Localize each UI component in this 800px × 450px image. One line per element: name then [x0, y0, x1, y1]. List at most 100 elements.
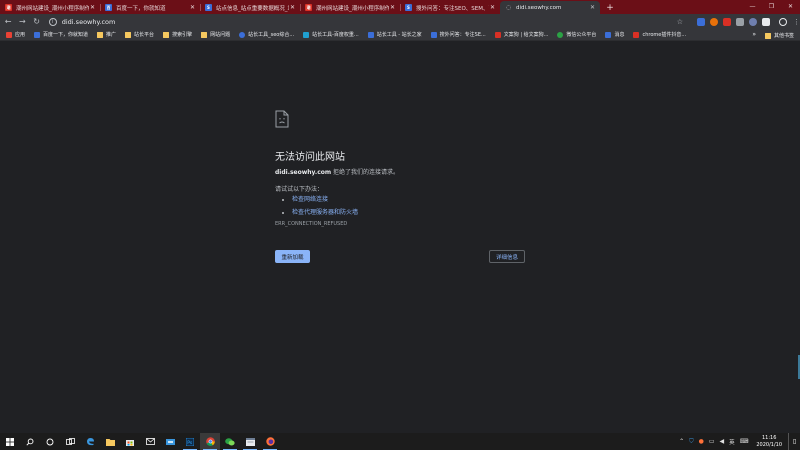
extension-icon[interactable] [696, 17, 705, 26]
bookmark-favicon-icon [239, 31, 246, 38]
file-explorer-icon[interactable] [100, 433, 120, 450]
bookmark-favicon-icon [34, 31, 41, 38]
chevron-up-icon[interactable]: ⌃ [679, 438, 684, 445]
tab-4[interactable]: 潮 潮州网站建设_潮州小程序制作_潮州网络公司 ✕ [300, 1, 400, 14]
shield-icon[interactable]: ⛉ [689, 438, 694, 446]
tab-title: didi.seowhy.com [516, 4, 562, 11]
address-bar[interactable]: i didi.seowhy.com ☆ [48, 16, 687, 28]
cortana-icon[interactable] [40, 433, 60, 450]
close-icon[interactable]: ✕ [189, 4, 196, 11]
profile-avatar-icon[interactable] [778, 17, 787, 26]
bookmark-favicon-icon [633, 31, 640, 38]
firefox-icon[interactable] [260, 433, 280, 450]
suggestion-link-proxy-firewall[interactable]: 检查代理服务器和防火墙 [292, 209, 358, 216]
close-icon[interactable]: ✕ [89, 4, 96, 11]
bookmark-label: 消息 [614, 32, 625, 38]
extension-icon[interactable] [761, 17, 770, 26]
close-icon[interactable]: ✕ [589, 4, 596, 11]
error-description: didi.seowhy.com 拒绝了我们的连接请求。 [275, 167, 399, 176]
bookmark-item[interactable]: 搜外问答：专注SE... [430, 31, 486, 38]
task-view-glyph-icon [65, 437, 75, 445]
browser-window: 潮 潮州网站建设_潮州小程序制作_潮州网络公司 ✕ 百 百度一下，你就知道 ✕ … [0, 0, 800, 450]
chrome-icon[interactable] [200, 433, 220, 450]
clock[interactable]: 11:16 2020/1/10 [756, 435, 782, 449]
wechat-icon[interactable] [220, 433, 240, 450]
extension-icon[interactable] [735, 17, 744, 26]
network-icon[interactable]: ▭ [709, 438, 715, 445]
bookmark-label: 搜索引擎 [172, 32, 193, 38]
error-code: ERR_CONNECTION_REFUSED [275, 221, 348, 227]
bookmark-folder[interactable]: 推广 [97, 31, 116, 38]
toolbar: ← → ↻ i didi.seowhy.com ☆ ⋮ [0, 14, 800, 29]
bookmarks-overflow-icon[interactable]: » [752, 31, 756, 38]
tab-favicon: 潮 [305, 4, 312, 11]
folder-icon [163, 31, 170, 38]
bookmark-label: 站长平台 [134, 32, 155, 38]
close-icon[interactable]: ✕ [389, 4, 396, 11]
bookmark-favicon-icon [494, 31, 501, 38]
notification-center-icon[interactable]: ▯ [788, 433, 800, 450]
other-bookmarks[interactable]: 其他书签 [764, 32, 794, 39]
info-icon[interactable]: i [48, 17, 57, 26]
store-icon[interactable] [120, 433, 140, 450]
tab-2[interactable]: 百 百度一下，你就知道 ✕ [100, 1, 200, 14]
cortana-circle-icon [46, 438, 54, 445]
bookmark-apps[interactable]: 应用 [6, 31, 25, 38]
app-tray-icon[interactable]: ● [699, 438, 704, 445]
bookmark-folder[interactable]: 搜索引擎 [163, 31, 192, 38]
bookmark-item[interactable]: 消息 [605, 31, 624, 38]
keyboard-icon[interactable]: ⌨ [740, 438, 749, 445]
suggestion-link-network[interactable]: 检查网络连接 [292, 196, 328, 203]
system-tray: ⌃ ⛉ ● ▭ ◀ 英 ⌨ 11:16 2020/1/10 ▯ [679, 433, 800, 450]
new-tab-button[interactable]: + [603, 1, 617, 14]
tab-5[interactable]: S 搜外问答：专注SEO、SEM、营销 ✕ [400, 1, 500, 14]
bookmark-folder[interactable]: 网站问题 [201, 31, 230, 38]
volume-icon[interactable]: ◀ [720, 438, 725, 445]
window-app-icon[interactable] [240, 433, 260, 450]
folder-icon [97, 31, 104, 38]
mail-icon[interactable] [140, 433, 160, 450]
edge-browser-icon[interactable] [80, 433, 100, 450]
bookmark-item[interactable]: 微信公众平台 [557, 31, 596, 38]
details-button[interactable]: 详细信息 [489, 250, 525, 263]
star-icon[interactable]: ☆ [677, 18, 683, 26]
tab-6-active[interactable]: ◌ didi.seowhy.com ✕ [500, 1, 600, 14]
minimize-icon[interactable]: — [743, 0, 762, 12]
close-icon[interactable]: ✕ [489, 4, 496, 11]
forward-arrow-icon[interactable]: → [16, 15, 28, 28]
menu-dots-icon[interactable]: ⋮ [793, 18, 800, 26]
extension-icon[interactable] [748, 17, 757, 26]
extension-icon[interactable] [722, 17, 731, 26]
try-label: 请试试以下办法： [275, 186, 324, 193]
search-icon[interactable] [20, 433, 40, 450]
bookmark-item[interactable]: chrome插件抖音... [633, 31, 686, 38]
svg-text:Ps: Ps [187, 440, 193, 446]
ime-indicator[interactable]: 英 [729, 438, 735, 446]
remote-desktop-icon[interactable] [160, 433, 180, 450]
bookmark-item[interactable]: 站长工具 - 站长之家 [367, 31, 422, 38]
suggestion-list: 检查网络连接 检查代理服务器和防火墙 [284, 194, 358, 220]
reload-button[interactable]: 重新加载 [275, 250, 310, 263]
close-window-icon[interactable]: ✕ [781, 0, 800, 12]
folder-icon [125, 31, 132, 38]
bookmark-item[interactable]: 百度一下，你就知道 [34, 31, 88, 38]
task-view-icon[interactable] [60, 433, 80, 450]
sad-document-icon [275, 110, 289, 128]
photoshop-icon[interactable]: Ps [180, 433, 200, 450]
tab-3[interactable]: S 站点信息_站点重要数据概况_站长工具 ✕ [200, 1, 300, 14]
bookmark-item[interactable]: 站长工具-百度权重... [303, 31, 359, 38]
address-url[interactable]: didi.seowhy.com [62, 18, 116, 26]
tab-1[interactable]: 潮 潮州网站建设_潮州小程序制作_潮州网络公司 ✕ [0, 1, 100, 14]
bookmark-folder[interactable]: 站长平台 [125, 31, 154, 38]
bookmark-item[interactable]: 文案狗 | 给文案狗... [494, 31, 548, 38]
bookmark-label: 搜外问答：专注SE... [439, 32, 486, 38]
bookmark-item[interactable]: 站长工具_seo综合... [239, 31, 294, 38]
bookmark-label: 其他书签 [773, 33, 794, 39]
back-arrow-icon[interactable]: ← [2, 15, 14, 28]
restore-icon[interactable]: ❐ [762, 0, 781, 12]
reload-icon[interactable]: ↻ [31, 15, 43, 28]
start-windows-icon[interactable] [0, 433, 20, 450]
close-icon[interactable]: ✕ [289, 4, 296, 11]
tab-favicon: ◌ [505, 4, 512, 11]
extension-icon[interactable] [709, 17, 718, 26]
